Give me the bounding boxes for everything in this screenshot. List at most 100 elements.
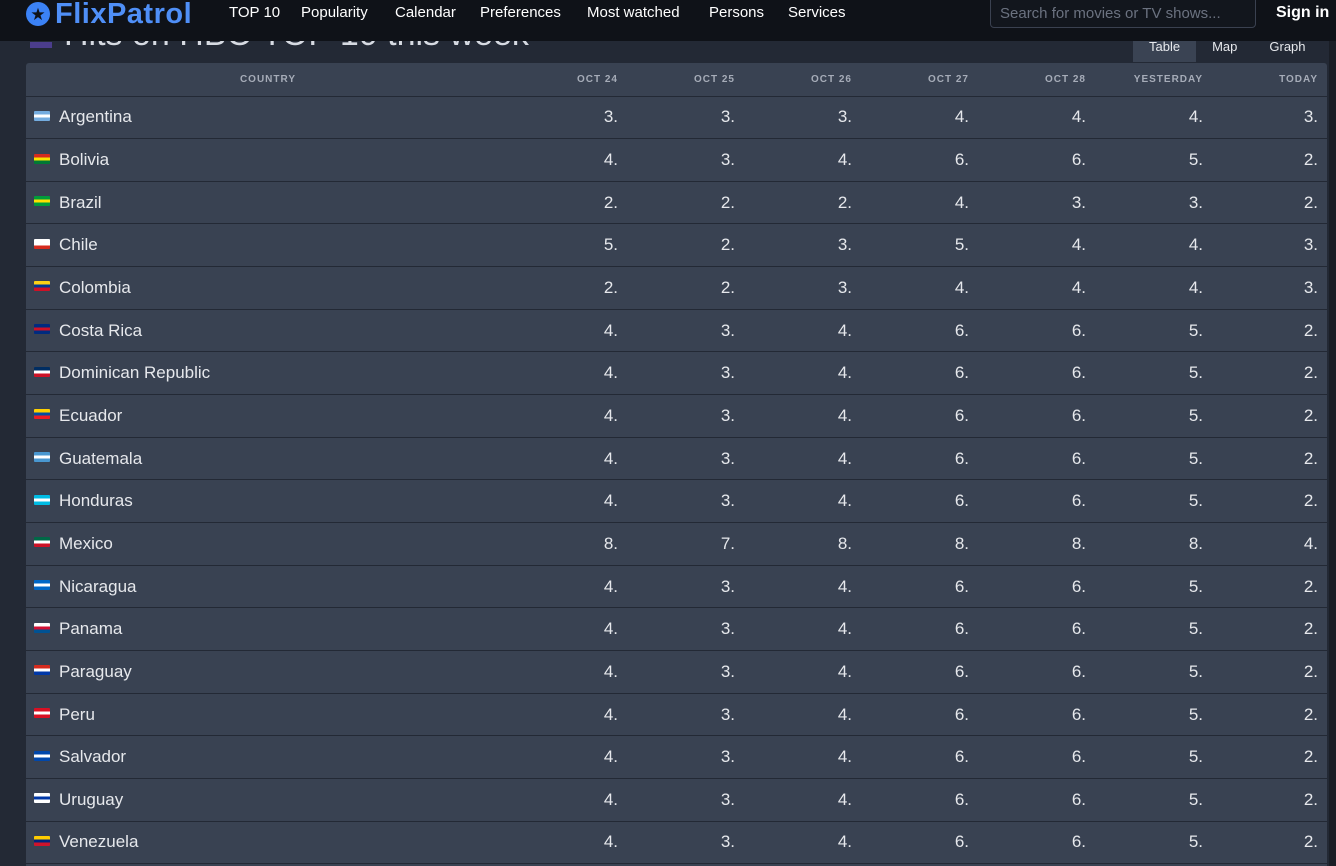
navbar: ★ FlixPatrol TOP 10 Popularity Calendar … [0,0,1336,41]
rank-cell: 5. [1188,576,1203,596]
country-cell[interactable]: Venezuela [26,821,510,864]
table-row[interactable]: Nicaragua 4. 3. 4. 6. 6. 5. 2. [26,565,1327,608]
table-row[interactable]: Mexico 8. 7. 8. 8. 8. 8. 4. [26,523,1327,566]
country-name[interactable]: Dominican Republic [59,363,210,382]
country-name[interactable]: Ecuador [59,406,122,425]
table-row[interactable]: Uruguay 4. 3. 4. 6. 6. 5. 2. [26,779,1327,822]
table-row[interactable]: Colombia 2. 2. 3. 4. 4. 4. 3. [26,267,1327,310]
table-row[interactable]: Panama 4. 3. 4. 6. 6. 5. 2. [26,608,1327,651]
country-cell[interactable]: Guatemala [26,437,510,480]
table-row[interactable]: Brazil 2. 2. 2. 4. 3. 3. 2. [26,181,1327,224]
country-name[interactable]: Argentina [59,107,132,126]
country-name[interactable]: Colombia [59,278,131,297]
country-name[interactable]: Guatemala [59,449,142,468]
rank-cell: 4. [603,619,618,639]
table-row[interactable]: Guatemala 4. 3. 4. 6. 6. 5. 2. [26,437,1327,480]
rank-cell: 3. [603,107,618,127]
country-name[interactable]: Mexico [59,534,113,553]
rank-cell: 6. [954,661,969,681]
country-name[interactable]: Brazil [59,193,102,212]
country-cell[interactable]: Ecuador [26,395,510,438]
nav-services[interactable]: Services [788,4,846,21]
rank-cell: 3. [720,491,735,511]
nav-preferences[interactable]: Preferences [480,4,561,21]
rank-cell: 3. [1303,107,1318,127]
country-name[interactable]: Paraguay [59,662,132,681]
nav-most-watched[interactable]: Most watched [587,4,680,21]
country-cell[interactable]: Chile [26,224,510,267]
country-name[interactable]: Uruguay [59,790,123,809]
column-header-today[interactable]: TODAY [1212,63,1327,97]
rank-cell: 5. [1188,448,1203,468]
country-cell[interactable]: Bolivia [26,139,510,182]
country-cell[interactable]: Colombia [26,267,510,310]
country-cell[interactable]: Uruguay [26,779,510,822]
column-header-oct28[interactable]: OCT 28 [978,63,1095,97]
country-name[interactable]: Costa Rica [59,321,142,340]
star-circle-icon: ★ [26,2,50,26]
rank-cell: 8. [837,533,852,553]
rank-cell: 3. [720,619,735,639]
country-name[interactable]: Honduras [59,491,133,510]
column-header-oct25[interactable]: OCT 25 [627,63,744,97]
country-cell[interactable]: Dominican Republic [26,352,510,395]
country-cell[interactable]: Paraguay [26,651,510,694]
rank-cell: 2. [720,277,735,297]
country-name[interactable]: Salvador [59,747,126,766]
table-row[interactable]: Ecuador 4. 3. 4. 6. 6. 5. 2. [26,395,1327,438]
rank-cell: 3. [720,576,735,596]
nav-persons[interactable]: Persons [709,4,764,21]
column-header-oct26[interactable]: OCT 26 [744,63,861,97]
rank-cell: 6. [1071,661,1086,681]
nav-popularity[interactable]: Popularity [301,4,368,21]
sign-in-link[interactable]: Sign in [1276,4,1329,22]
rank-cell: 6. [1071,576,1086,596]
country-name[interactable]: Peru [59,705,95,724]
rank-cell: 5. [1188,619,1203,639]
country-cell[interactable]: Nicaragua [26,565,510,608]
rank-cell: 4. [954,107,969,127]
table-row[interactable]: Salvador 4. 3. 4. 6. 6. 5. 2. [26,736,1327,779]
column-header-yesterday[interactable]: YESTERDAY [1095,63,1212,97]
column-header-oct24[interactable]: OCT 24 [510,63,627,97]
country-cell[interactable]: Panama [26,608,510,651]
country-name[interactable]: Venezuela [59,832,138,851]
country-name[interactable]: Bolivia [59,150,109,169]
table-row[interactable]: Honduras 4. 3. 4. 6. 6. 5. 2. [26,480,1327,523]
country-cell[interactable]: Brazil [26,181,510,224]
country-name[interactable]: Panama [59,619,122,638]
table-row[interactable]: Venezuela 4. 3. 4. 6. 6. 5. 2. [26,821,1327,864]
logo[interactable]: ★ FlixPatrol [26,0,192,31]
rank-cell: 6. [1071,363,1086,383]
rank-cell: 4. [837,661,852,681]
country-cell[interactable]: Argentina [26,96,510,139]
nav-top10[interactable]: TOP 10 [229,4,280,21]
country-cell[interactable]: Honduras [26,480,510,523]
column-header-oct27[interactable]: OCT 27 [861,63,978,97]
rank-cell: 3. [720,704,735,724]
table-row[interactable]: Chile 5. 2. 3. 5. 4. 4. 3. [26,224,1327,267]
table-row[interactable]: Dominican Republic 4. 3. 4. 6. 6. 5. 2. [26,352,1327,395]
country-name[interactable]: Nicaragua [59,577,137,596]
country-cell[interactable]: Costa Rica [26,309,510,352]
table-row[interactable]: Argentina 3. 3. 3. 4. 4. 4. 3. [26,96,1327,139]
search-input[interactable] [990,0,1256,28]
country-cell[interactable]: Peru [26,693,510,736]
country-name[interactable]: Chile [59,235,98,254]
country-cell[interactable]: Mexico [26,523,510,566]
country-cell[interactable]: Salvador [26,736,510,779]
table-row[interactable]: Peru 4. 3. 4. 6. 6. 5. 2. [26,693,1327,736]
table-row[interactable]: Bolivia 4. 3. 4. 6. 6. 5. 2. [26,139,1327,182]
flag-icon [34,110,50,121]
flag-icon [34,452,50,463]
scrollbar-track[interactable] [1329,41,1336,866]
heading-marker [30,42,52,48]
table-row[interactable]: Costa Rica 4. 3. 4. 6. 6. 5. 2. [26,309,1327,352]
rank-cell: 6. [954,619,969,639]
rank-cell: 4. [837,149,852,169]
nav-calendar[interactable]: Calendar [395,4,456,21]
rank-cell: 2. [1303,789,1318,809]
table-header-row: COUNTRY OCT 24 OCT 25 OCT 26 OCT 27 OCT … [26,63,1327,97]
column-header-country[interactable]: COUNTRY [26,63,510,97]
table-row[interactable]: Paraguay 4. 3. 4. 6. 6. 5. 2. [26,651,1327,694]
